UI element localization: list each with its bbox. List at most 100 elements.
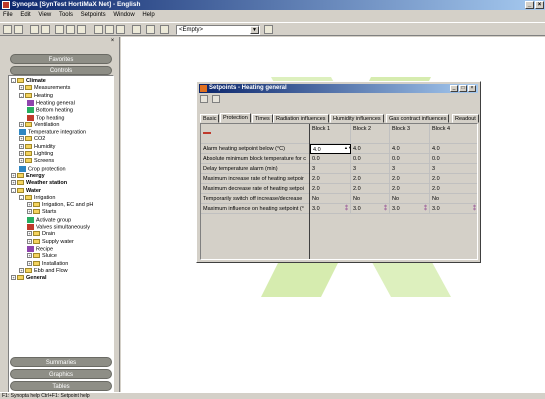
setpoint-cell[interactable]: 3.0 ⁑ [351, 204, 390, 214]
tree-item[interactable]: Crop protection [19, 165, 66, 173]
setpoint-cell[interactable]: 2.0 [390, 184, 430, 194]
setpoint-cell[interactable]: 0.0 [430, 154, 477, 164]
tree-item[interactable]: - Water [11, 188, 41, 195]
tree-item[interactable]: - Climate [11, 78, 46, 85]
help-icon[interactable] [211, 95, 220, 103]
collapse-icon[interactable]: - [11, 187, 16, 193]
expand-icon[interactable]: + [19, 85, 24, 91]
tree-item[interactable]: - Heating [19, 93, 53, 100]
setpoint-cell[interactable]: No [430, 194, 477, 204]
curve-icon[interactable]: ⁑ [424, 204, 427, 213]
expand-icon[interactable]: + [19, 151, 24, 157]
setpoint-cell[interactable]: 3 [351, 164, 390, 174]
undo-icon[interactable] [132, 25, 141, 34]
expand-icon[interactable]: + [19, 158, 24, 164]
tree-item[interactable]: + Supply water [27, 239, 74, 246]
favorites-button[interactable]: Favorites [10, 54, 112, 64]
setpoint-cell[interactable]: 3.0 ⁑ [430, 204, 477, 214]
paste-icon[interactable] [116, 25, 125, 34]
expand-icon[interactable]: + [11, 180, 16, 186]
curve-icon[interactable]: ⁑ [384, 204, 387, 213]
menu-view[interactable]: View [35, 10, 54, 20]
tab-gas-contract-influences[interactable]: Gas contract influences [386, 114, 450, 123]
setpoint-cell[interactable]: 2.0 [351, 184, 390, 194]
close-panel-icon[interactable]: × [109, 38, 116, 45]
controls-button[interactable]: Controls [10, 66, 112, 75]
expand-icon[interactable]: + [19, 143, 24, 149]
copy-icon[interactable] [105, 25, 114, 34]
close-button[interactable]: × [535, 1, 544, 9]
collapse-icon[interactable]: - [19, 92, 24, 98]
window-maximize-button[interactable]: □ [459, 85, 467, 92]
tree-item[interactable]: + Drain [27, 231, 55, 238]
menu-setpoints[interactable]: Setpoints [78, 10, 109, 20]
menu-edit[interactable]: Edit [17, 10, 33, 20]
menu-tools[interactable]: Tools [56, 10, 76, 20]
setpoint-cell[interactable]: 4.0 [351, 144, 390, 154]
alarm-icon[interactable] [77, 25, 86, 34]
summaries-button[interactable]: Summaries [10, 357, 112, 367]
setpoint-cell[interactable]: 3 [310, 164, 351, 174]
menu-file[interactable]: File [0, 10, 16, 20]
setpoint-cell[interactable]: 2.0 [430, 184, 477, 194]
tree-item[interactable]: Bottom heating [27, 107, 73, 114]
collapse-icon[interactable]: - [19, 194, 24, 200]
expand-icon[interactable]: + [27, 209, 32, 215]
tab-basic[interactable]: Basic [200, 114, 220, 123]
setpoint-cell[interactable]: 3.0 ⁑ [310, 204, 351, 214]
menu-window[interactable]: Window [110, 10, 137, 20]
window-minimize-button[interactable]: _ [450, 85, 458, 92]
setpoint-cell[interactable]: No [390, 194, 430, 204]
tables-button[interactable]: Tables [10, 381, 112, 391]
setpoint-cell[interactable]: 3.0 ⁑ [390, 204, 430, 214]
setpoint-cell[interactable]: No [351, 194, 390, 204]
tree-item[interactable]: + Installation [27, 261, 68, 268]
collapse-icon[interactable]: - [11, 78, 16, 84]
tree-item[interactable]: + Sluice [27, 253, 57, 260]
setpoint-cell[interactable]: 2.0 [430, 174, 477, 184]
setpoint-cell[interactable]: 2.0 [351, 174, 390, 184]
tree-item[interactable]: Top heating [27, 114, 64, 122]
tree-item[interactable]: + CO2 [19, 136, 45, 143]
setpoint-cell[interactable]: 4.0 ▲▼ [310, 144, 351, 154]
curve-icon[interactable]: ⁑ [345, 204, 348, 213]
view-selector[interactable]: <Empty> ▼ [176, 25, 260, 35]
tree-item[interactable]: + Energy [11, 173, 45, 180]
tree-item[interactable]: + General [11, 275, 46, 282]
open-icon[interactable] [14, 25, 23, 34]
setpoint-cell[interactable]: 2.0 [310, 184, 351, 194]
redo-icon[interactable] [146, 25, 155, 34]
setpoint-cell[interactable]: No [310, 194, 351, 204]
tree-item[interactable]: Recipe [27, 245, 53, 253]
tree-item[interactable]: Heating general [27, 99, 75, 107]
tree-item[interactable]: - Irrigation [19, 195, 55, 202]
setpoint-cell[interactable]: 2.0 [310, 174, 351, 184]
tab-radiation-influences[interactable]: Radiation influences [273, 114, 329, 123]
refresh-icon[interactable] [264, 25, 273, 34]
spinner-icon[interactable]: ▲▼ [344, 146, 350, 153]
expand-icon[interactable]: + [27, 202, 32, 208]
chart-icon[interactable] [66, 25, 75, 34]
window-close-button[interactable]: × [468, 85, 476, 92]
expand-icon[interactable]: + [11, 275, 16, 281]
tree-item[interactable]: + Weather station [11, 180, 67, 187]
setpoint-cell[interactable]: 4.0 [390, 144, 430, 154]
tree-item[interactable]: + Humidity [19, 144, 55, 151]
graphics-button[interactable]: Graphics [10, 369, 112, 379]
tab-humidity-influences[interactable]: Humidity influences [330, 114, 384, 123]
tree-item[interactable]: + Starts [27, 209, 56, 216]
tree-item[interactable]: + Ebb and Flow [19, 268, 68, 275]
tree-item[interactable]: Valves simultaneously [27, 224, 90, 231]
tab-readout[interactable]: Readout [452, 114, 479, 123]
tab-protection[interactable]: Protection [220, 113, 251, 123]
expand-icon[interactable]: + [27, 231, 32, 237]
filter-icon[interactable] [160, 25, 169, 34]
setpoint-cell[interactable]: 0.0 [310, 154, 351, 164]
tree-item[interactable]: + Screens [19, 158, 54, 165]
expand-icon[interactable]: + [27, 253, 32, 259]
tree-item[interactable]: + Irrigation, EC and pH [27, 202, 93, 209]
tree-item[interactable]: + Measurements [19, 85, 70, 92]
setpoint-cell[interactable]: 3 [430, 164, 477, 174]
print-icon[interactable] [30, 25, 39, 34]
setpoint-cell[interactable]: 4.0 [430, 144, 477, 154]
